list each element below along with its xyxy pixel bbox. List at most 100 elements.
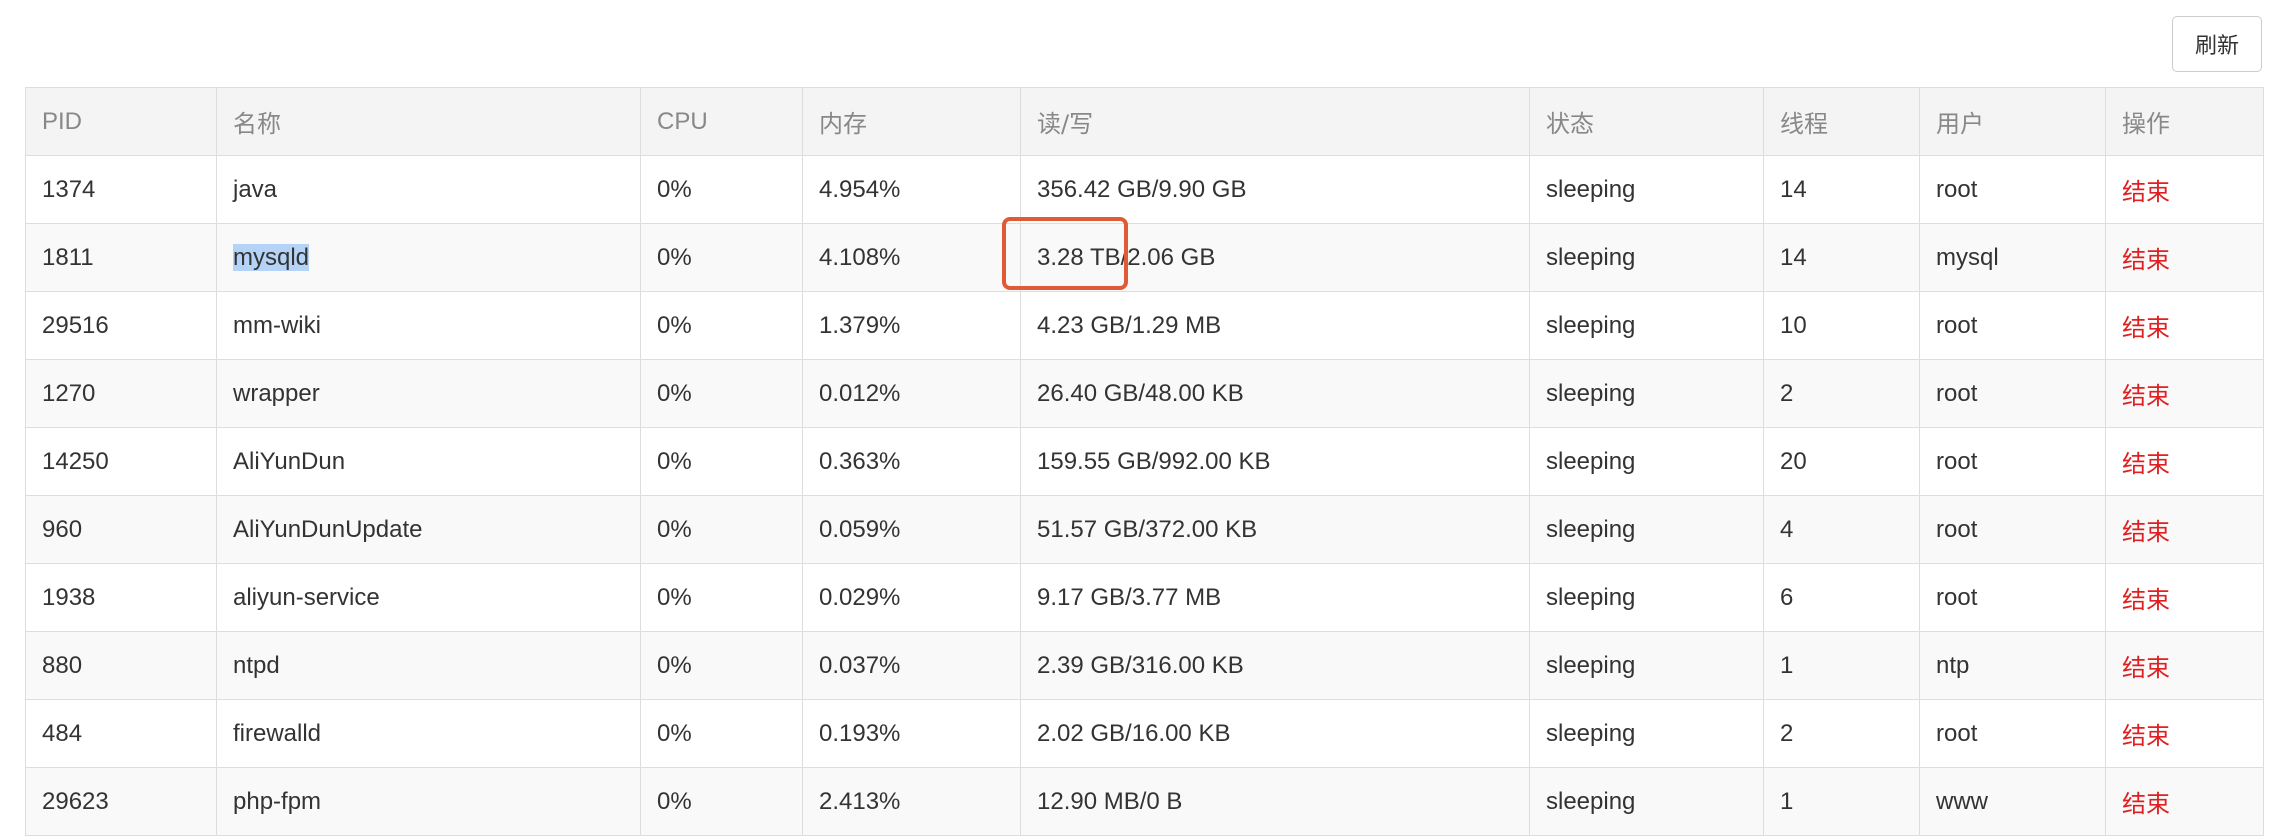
- cell-status: sleeping: [1529, 631, 1764, 700]
- column-header-memory[interactable]: 内存: [802, 87, 1021, 156]
- cell-memory: 4.954%: [802, 155, 1021, 224]
- cell-name: ntpd: [216, 631, 641, 700]
- cell-name: mm-wiki: [216, 291, 641, 360]
- cell-io: 159.55 GB/992.00 KB: [1020, 427, 1530, 496]
- cell-cpu: 0%: [640, 359, 803, 428]
- kill-process-link[interactable]: 结束: [2122, 790, 2170, 818]
- cell-user: ntp: [1919, 631, 2106, 700]
- cell-io: 26.40 GB/48.00 KB: [1020, 359, 1530, 428]
- cell-user: root: [1919, 155, 2106, 224]
- cell-actions: 结束: [2105, 223, 2264, 292]
- cell-actions: 结束: [2105, 767, 2264, 836]
- kill-process-link[interactable]: 结束: [2122, 518, 2170, 546]
- kill-process-link[interactable]: 结束: [2122, 382, 2170, 410]
- cell-threads: 1: [1763, 631, 1920, 700]
- cell-memory: 0.363%: [802, 427, 1021, 496]
- kill-process-link[interactable]: 结束: [2122, 722, 2170, 750]
- cell-pid: 1811: [25, 223, 217, 292]
- cell-threads: 14: [1763, 155, 1920, 224]
- cell-threads: 14: [1763, 223, 1920, 292]
- cell-user: root: [1919, 427, 2106, 496]
- cell-status: sleeping: [1529, 563, 1764, 632]
- cell-status: sleeping: [1529, 223, 1764, 292]
- kill-process-link[interactable]: 结束: [2122, 450, 2170, 478]
- column-header-pid[interactable]: PID: [25, 87, 217, 156]
- cell-cpu: 0%: [640, 155, 803, 224]
- cell-io: 356.42 GB/9.90 GB: [1020, 155, 1530, 224]
- cell-io: 12.90 MB/0 B: [1020, 767, 1530, 836]
- column-header-actions: 操作: [2105, 87, 2264, 156]
- kill-process-link[interactable]: 结束: [2122, 314, 2170, 342]
- cell-io: 4.23 GB/1.29 MB: [1020, 291, 1530, 360]
- cell-actions: 结束: [2105, 359, 2264, 428]
- cell-threads: 6: [1763, 563, 1920, 632]
- table-row: 1374 java 0% 4.954% 356.42 GB/9.90 GB sl…: [25, 155, 2264, 224]
- table-row: 1811 mysqld 0% 4.108% 3.28 TB/2.06 GB sl…: [25, 223, 2264, 292]
- cell-actions: 结束: [2105, 631, 2264, 700]
- cell-pid: 1270: [25, 359, 217, 428]
- cell-cpu: 0%: [640, 427, 803, 496]
- refresh-button[interactable]: 刷新: [2172, 16, 2262, 72]
- table-row: 14250 AliYunDun 0% 0.363% 159.55 GB/992.…: [25, 427, 2264, 496]
- cell-actions: 结束: [2105, 699, 2264, 768]
- cell-cpu: 0%: [640, 495, 803, 564]
- cell-pid: 1374: [25, 155, 217, 224]
- table-row: 29516 mm-wiki 0% 1.379% 4.23 GB/1.29 MB …: [25, 291, 2264, 360]
- column-header-cpu[interactable]: CPU: [640, 87, 803, 156]
- column-header-status[interactable]: 状态: [1529, 87, 1764, 156]
- table-header-row: PID 名称 CPU 内存 读/写 状态 线程 用户 操作: [25, 87, 2264, 156]
- cell-memory: 0.193%: [802, 699, 1021, 768]
- column-header-io[interactable]: 读/写: [1020, 87, 1530, 156]
- process-table: PID 名称 CPU 内存 读/写 状态 线程 用户 操作 1374 java …: [25, 87, 2264, 836]
- cell-memory: 2.413%: [802, 767, 1021, 836]
- cell-actions: 结束: [2105, 427, 2264, 496]
- column-header-user[interactable]: 用户: [1919, 87, 2106, 156]
- cell-user: root: [1919, 359, 2106, 428]
- cell-name: aliyun-service: [216, 563, 641, 632]
- cell-pid: 1938: [25, 563, 217, 632]
- cell-threads: 10: [1763, 291, 1920, 360]
- cell-io: 2.39 GB/316.00 KB: [1020, 631, 1530, 700]
- table-row: 29623 php-fpm 0% 2.413% 12.90 MB/0 B sle…: [25, 767, 2264, 836]
- cell-user: root: [1919, 699, 2106, 768]
- cell-name: AliYunDun: [216, 427, 641, 496]
- cell-threads: 1: [1763, 767, 1920, 836]
- cell-cpu: 0%: [640, 563, 803, 632]
- cell-name: firewalld: [216, 699, 641, 768]
- cell-cpu: 0%: [640, 767, 803, 836]
- table-row: 960 AliYunDunUpdate 0% 0.059% 51.57 GB/3…: [25, 495, 2264, 564]
- cell-memory: 0.059%: [802, 495, 1021, 564]
- cell-memory: 0.012%: [802, 359, 1021, 428]
- cell-actions: 结束: [2105, 291, 2264, 360]
- cell-io: 9.17 GB/3.77 MB: [1020, 563, 1530, 632]
- cell-io: 3.28 TB/2.06 GB: [1020, 223, 1530, 292]
- column-header-name[interactable]: 名称: [216, 87, 641, 156]
- kill-process-link[interactable]: 结束: [2122, 586, 2170, 614]
- cell-memory: 0.029%: [802, 563, 1021, 632]
- cell-threads: 2: [1763, 699, 1920, 768]
- cell-pid: 960: [25, 495, 217, 564]
- cell-name: php-fpm: [216, 767, 641, 836]
- kill-process-link[interactable]: 结束: [2122, 178, 2170, 206]
- table-row: 1270 wrapper 0% 0.012% 26.40 GB/48.00 KB…: [25, 359, 2264, 428]
- column-header-threads[interactable]: 线程: [1763, 87, 1920, 156]
- cell-memory: 4.108%: [802, 223, 1021, 292]
- cell-io: 2.02 GB/16.00 KB: [1020, 699, 1530, 768]
- cell-pid: 484: [25, 699, 217, 768]
- cell-status: sleeping: [1529, 495, 1764, 564]
- selected-process-name: mysqld: [233, 243, 310, 271]
- cell-pid: 29623: [25, 767, 217, 836]
- cell-name: AliYunDunUpdate: [216, 495, 641, 564]
- kill-process-link[interactable]: 结束: [2122, 246, 2170, 274]
- cell-cpu: 0%: [640, 223, 803, 292]
- cell-pid: 29516: [25, 291, 217, 360]
- cell-actions: 结束: [2105, 495, 2264, 564]
- cell-status: sleeping: [1529, 699, 1764, 768]
- table-row: 880 ntpd 0% 0.037% 2.39 GB/316.00 KB sle…: [25, 631, 2264, 700]
- cell-status: sleeping: [1529, 359, 1764, 428]
- cell-user: root: [1919, 495, 2106, 564]
- cell-status: sleeping: [1529, 767, 1764, 836]
- cell-cpu: 0%: [640, 631, 803, 700]
- cell-name: mysqld: [216, 223, 641, 292]
- kill-process-link[interactable]: 结束: [2122, 654, 2170, 682]
